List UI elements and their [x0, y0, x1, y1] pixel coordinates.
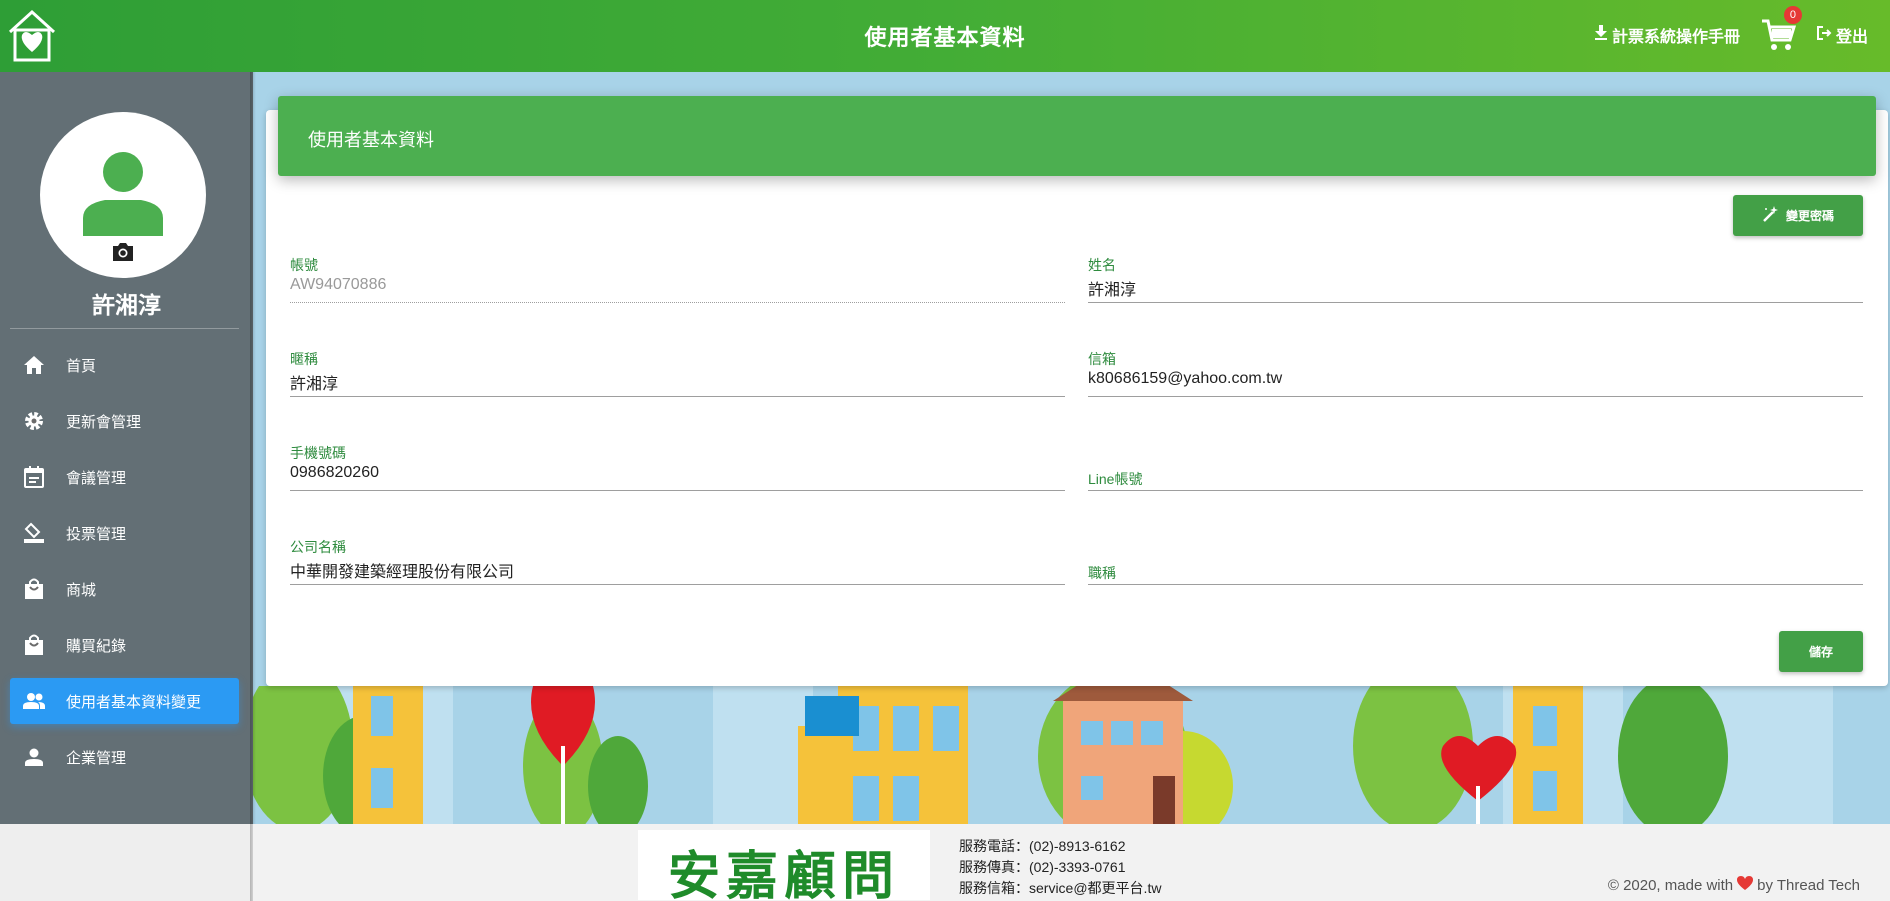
- nickname-field[interactable]: 暱稱 許湘淳: [290, 349, 1065, 401]
- sidebar-shadow: [250, 72, 256, 901]
- logout-button[interactable]: 登出: [1816, 23, 1868, 47]
- user-manual-download-link[interactable]: 計票系統操作手冊: [1594, 23, 1740, 47]
- card-header: 使用者基本資料: [278, 96, 1876, 176]
- company-label: 公司名稱: [290, 539, 346, 555]
- nickname-label: 暱稱: [290, 351, 318, 367]
- top-bar: 使用者基本資料 計票系統操作手冊 0 登出: [0, 0, 1890, 72]
- company-field[interactable]: 公司名稱 中華開發建築經理股份有限公司: [290, 537, 1065, 589]
- avatar[interactable]: [40, 112, 206, 278]
- people-icon: [22, 689, 46, 713]
- sidebar-item-shop[interactable]: 商城: [10, 566, 239, 612]
- save-button[interactable]: 儲存: [1779, 631, 1863, 672]
- calendar-icon: [22, 465, 46, 489]
- logout-label: 登出: [1835, 29, 1868, 46]
- profile-card: 使用者基本資料 變更密碼 帳號 AW94070886 姓名 許湘淳 暱稱 許湘淳…: [266, 96, 1888, 686]
- card-title: 使用者基本資料: [308, 130, 434, 150]
- email-value[interactable]: k80686159@yahoo.com.tw: [1088, 370, 1282, 388]
- camera-icon[interactable]: [111, 242, 135, 262]
- service-phone: 服務電話：(02)-8913-6162: [959, 838, 1126, 854]
- background-scenery: [253, 686, 1890, 824]
- sidebar-item-voting[interactable]: 投票管理: [10, 510, 239, 556]
- sidebar-item-home[interactable]: 首頁: [10, 342, 239, 388]
- company-logo-text: 安嘉顧問: [667, 846, 900, 901]
- account-value: AW94070886: [290, 276, 387, 293]
- mobile-underline: [290, 490, 1065, 491]
- name-field[interactable]: 姓名 許湘淳: [1088, 255, 1863, 307]
- copyright-suffix: by Thread Tech: [1757, 876, 1860, 894]
- sidebar-item-meetings[interactable]: 會議管理: [10, 454, 239, 500]
- sidebar-nav: 首頁 更新會管理 會議管理 投票管理 商城 購買紀錄 使用者基本資料變更 企業管…: [10, 342, 239, 790]
- user-manual-label: 計票系統操作手冊: [1611, 29, 1740, 46]
- sidebar-item-label: 企業管理: [66, 749, 127, 767]
- job-title-label: 職稱: [1088, 565, 1116, 581]
- change-password-button[interactable]: 變更密碼: [1733, 195, 1863, 236]
- name-underline: [1088, 302, 1863, 303]
- shopping-bag-icon: [22, 633, 46, 657]
- mobile-field[interactable]: 手機號碼 0986820260: [290, 443, 1065, 495]
- home-icon: [22, 353, 46, 377]
- sidebar: 許湘淳 首頁 更新會管理 會議管理 投票管理 商城 購買紀錄 使用者基本資料變更…: [0, 72, 253, 824]
- copyright-prefix: © 2020, made with: [1607, 876, 1734, 894]
- user-name: 許湘淳: [92, 292, 161, 318]
- job-title-field[interactable]: 職稱: [1088, 537, 1863, 589]
- account-label: 帳號: [290, 257, 318, 273]
- company-underline: [290, 584, 1065, 585]
- shopping-bag-icon: [22, 577, 46, 601]
- sidebar-item-label: 首頁: [66, 357, 97, 375]
- account-field: 帳號 AW94070886: [290, 255, 1065, 307]
- magic-wand-icon: [1762, 206, 1778, 225]
- ballot-icon: [22, 521, 46, 545]
- mobile-value[interactable]: 0986820260: [290, 464, 379, 482]
- account-underline: [290, 302, 1065, 303]
- company-value[interactable]: 中華開發建築經理股份有限公司: [290, 558, 514, 582]
- sidebar-item-renewal-association[interactable]: 更新會管理: [10, 398, 239, 444]
- sidebar-item-label: 購買紀錄: [66, 637, 127, 655]
- sidebar-item-label: 更新會管理: [66, 413, 142, 431]
- line-account-field[interactable]: Line帳號: [1088, 443, 1863, 495]
- heart-icon: [1737, 876, 1754, 894]
- email-label: 信箱: [1088, 351, 1116, 367]
- nickname-underline: [290, 396, 1065, 397]
- line-account-label: Line帳號: [1088, 471, 1143, 487]
- sidebar-footer-area: [0, 824, 253, 901]
- service-email: 服務信箱：service@都更平台.tw: [959, 880, 1162, 896]
- logout-icon: [1816, 25, 1832, 46]
- shopping-cart-icon: [1760, 19, 1797, 56]
- email-underline: [1088, 396, 1863, 397]
- shopping-cart-button[interactable]: 0: [1760, 6, 1802, 52]
- sidebar-item-user-profile[interactable]: 使用者基本資料變更: [10, 678, 239, 724]
- footer: 安嘉顧問 服務電話：(02)-8913-6162 服務傳真：(02)-3393-…: [253, 824, 1890, 901]
- download-icon: [1594, 24, 1608, 46]
- sidebar-item-label: 使用者基本資料變更: [66, 693, 202, 711]
- copyright: © 2020, made with by Thread Tech: [1608, 876, 1860, 894]
- person-icon: [22, 745, 46, 769]
- sidebar-item-purchase-history[interactable]: 購買紀錄: [10, 622, 239, 668]
- name-label: 姓名: [1088, 257, 1116, 273]
- gear-icon: [22, 409, 46, 433]
- job-title-underline: [1088, 584, 1863, 585]
- cart-count-badge: 0: [1783, 6, 1802, 24]
- sidebar-item-label: 商城: [66, 581, 97, 599]
- person-icon: [81, 152, 165, 236]
- line-account-underline: [1088, 490, 1863, 491]
- sidebar-item-enterprise[interactable]: 企業管理: [10, 734, 239, 780]
- name-value[interactable]: 許湘淳: [1088, 276, 1136, 300]
- mobile-label: 手機號碼: [290, 445, 346, 461]
- service-fax: 服務傳真：(02)-3393-0761: [959, 859, 1126, 875]
- nickname-value[interactable]: 許湘淳: [290, 370, 338, 394]
- save-label: 儲存: [1808, 645, 1833, 659]
- sidebar-item-label: 會議管理: [66, 469, 127, 487]
- sidebar-item-label: 投票管理: [66, 525, 127, 543]
- email-field[interactable]: 信箱 k80686159@yahoo.com.tw: [1088, 349, 1863, 401]
- company-logo: 安嘉顧問: [638, 830, 930, 901]
- contact-info: 服務電話：(02)-8913-6162 服務傳真：(02)-3393-0761 …: [959, 836, 1161, 899]
- change-password-label: 變更密碼: [1785, 209, 1834, 223]
- sidebar-divider: [10, 328, 239, 329]
